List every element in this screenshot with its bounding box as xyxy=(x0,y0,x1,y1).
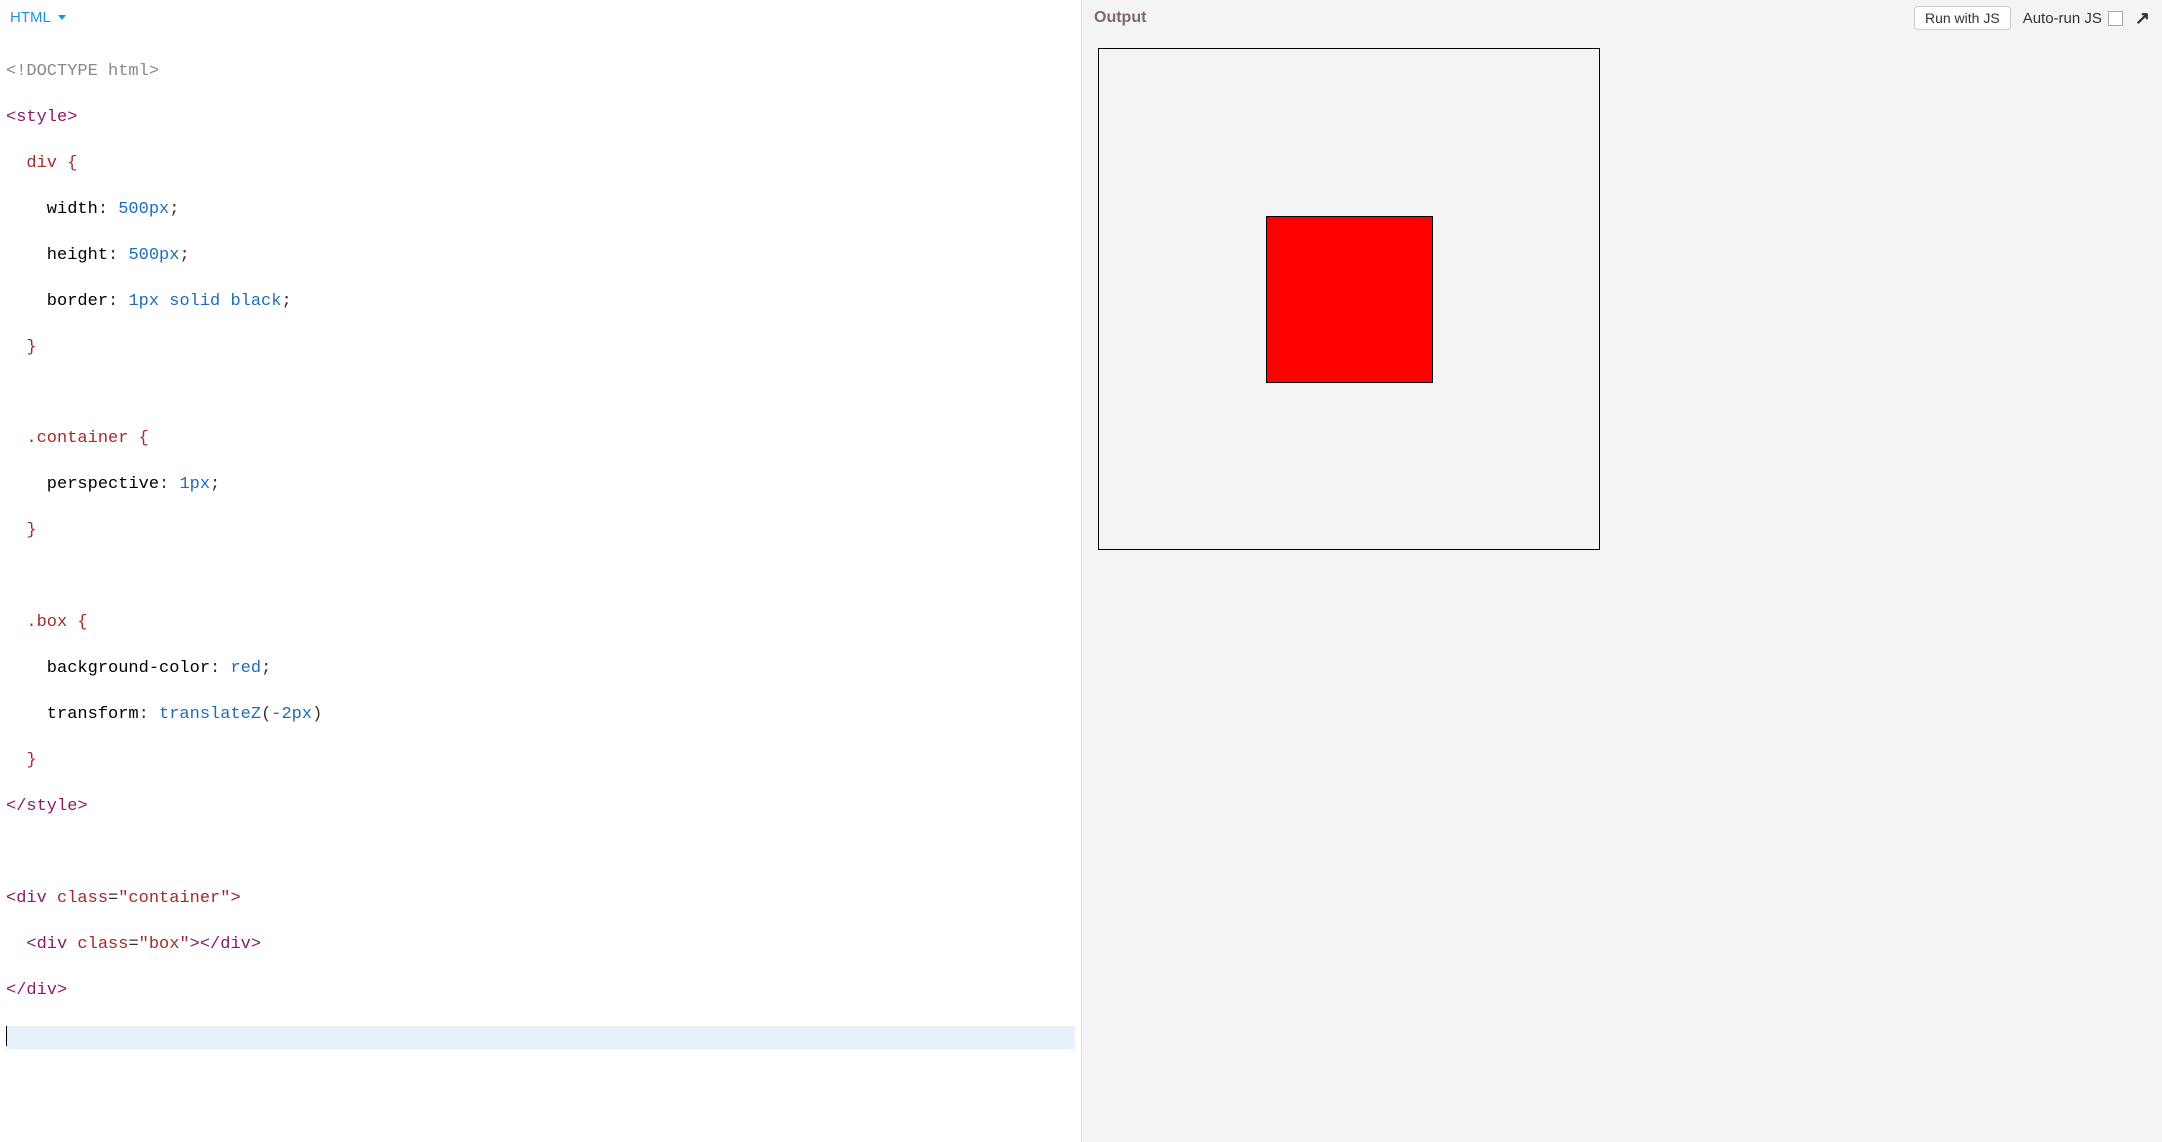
code-line: .box { xyxy=(6,612,1075,635)
code-token: : xyxy=(98,200,118,219)
text-cursor xyxy=(6,1026,7,1046)
code-line xyxy=(6,842,1075,865)
code-editor[interactable]: <!DOCTYPE html> <style> div { width: 500… xyxy=(0,34,1081,1142)
code-token: ; xyxy=(261,659,271,678)
code-line: height: 500px; xyxy=(6,245,1075,268)
code-token: width xyxy=(6,200,98,219)
code-line xyxy=(6,566,1075,589)
code-token: .container { xyxy=(6,429,149,448)
code-token: </style> xyxy=(6,797,88,816)
code-token: <style> xyxy=(6,108,77,127)
code-line: perspective: 1px; xyxy=(6,474,1075,497)
code-token: perspective xyxy=(6,475,159,494)
code-token: : xyxy=(108,292,128,311)
code-token: = xyxy=(108,889,118,908)
code-token: 1px xyxy=(179,475,210,494)
code-line: <style> xyxy=(6,107,1075,130)
code-line: <div class="container"> xyxy=(6,888,1075,911)
code-line-current xyxy=(6,1026,1075,1049)
preview-container-div xyxy=(1098,48,1600,550)
code-token: > xyxy=(190,935,200,954)
editor-panel-header: HTML xyxy=(0,0,1081,34)
code-token: } xyxy=(6,338,37,357)
code-token: 500px xyxy=(128,246,179,265)
editor-panel: HTML <!DOCTYPE html> <style> div { width… xyxy=(0,0,1081,1142)
code-token: border xyxy=(6,292,108,311)
language-selector-label: HTML xyxy=(10,9,50,26)
preview-box-div xyxy=(1266,216,1433,383)
autorun-toggle[interactable]: Auto-run JS xyxy=(2023,10,2123,27)
code-token: 500px xyxy=(118,200,169,219)
code-token: class xyxy=(57,889,108,908)
code-token: : xyxy=(159,475,179,494)
code-token: </div> xyxy=(200,935,261,954)
code-token: } xyxy=(6,521,37,540)
code-token: "box" xyxy=(139,935,190,954)
output-controls: Run with JS Auto-run JS ↗ xyxy=(1914,6,2150,30)
code-token: .box { xyxy=(6,613,88,632)
code-token: ; xyxy=(179,246,189,265)
code-token xyxy=(6,935,26,954)
output-preview xyxy=(1082,36,2162,1142)
code-line: border: 1px solid black; xyxy=(6,291,1075,314)
code-token: ; xyxy=(169,200,179,219)
code-line: transform: translateZ(-2px) xyxy=(6,704,1075,727)
code-token: background-color xyxy=(6,659,210,678)
code-token: } xyxy=(6,751,37,770)
code-token: </div> xyxy=(6,981,67,1000)
code-token xyxy=(67,935,77,954)
code-line: <!DOCTYPE html> xyxy=(6,61,1075,84)
chevron-down-icon xyxy=(58,15,66,20)
code-token: : xyxy=(210,659,230,678)
code-token: translateZ xyxy=(159,705,261,724)
code-token: -2px xyxy=(271,705,312,724)
code-token: <!DOCTYPE html> xyxy=(6,62,159,81)
code-line: } xyxy=(6,520,1075,543)
code-line: } xyxy=(6,337,1075,360)
code-token: ; xyxy=(210,475,220,494)
code-token: > xyxy=(230,889,240,908)
code-token: = xyxy=(128,935,138,954)
code-line: <div class="box"></div> xyxy=(6,934,1075,957)
code-line: </div> xyxy=(6,980,1075,1003)
code-token: red xyxy=(230,659,261,678)
code-token: <div xyxy=(26,935,67,954)
code-token: : xyxy=(139,705,159,724)
autorun-label: Auto-run JS xyxy=(2023,10,2102,27)
code-line: div { xyxy=(6,153,1075,176)
code-token: ; xyxy=(281,292,291,311)
code-token: class xyxy=(77,935,128,954)
code-line: width: 500px; xyxy=(6,199,1075,222)
run-button[interactable]: Run with JS xyxy=(1914,6,2011,30)
code-token xyxy=(47,889,57,908)
code-line: background-color: red; xyxy=(6,658,1075,681)
output-label: Output xyxy=(1094,9,1146,27)
code-token: height xyxy=(6,246,108,265)
language-selector[interactable]: HTML xyxy=(10,9,66,26)
code-line: .container { xyxy=(6,428,1075,451)
code-token: 1px solid black xyxy=(128,292,281,311)
code-token: div { xyxy=(6,154,77,173)
code-line xyxy=(6,383,1075,406)
output-panel: Output Run with JS Auto-run JS ↗ xyxy=(1081,0,2162,1142)
code-line: } xyxy=(6,750,1075,773)
output-panel-header: Output Run with JS Auto-run JS ↗ xyxy=(1082,0,2162,36)
code-token: <div xyxy=(6,889,47,908)
code-line: </style> xyxy=(6,796,1075,819)
code-token: ( xyxy=(261,705,271,724)
code-token: : xyxy=(108,246,128,265)
code-token: "container" xyxy=(118,889,230,908)
expand-icon[interactable]: ↗ xyxy=(2135,8,2150,29)
autorun-checkbox[interactable] xyxy=(2108,11,2123,26)
code-token: ) xyxy=(312,705,322,724)
code-token: transform xyxy=(6,705,139,724)
